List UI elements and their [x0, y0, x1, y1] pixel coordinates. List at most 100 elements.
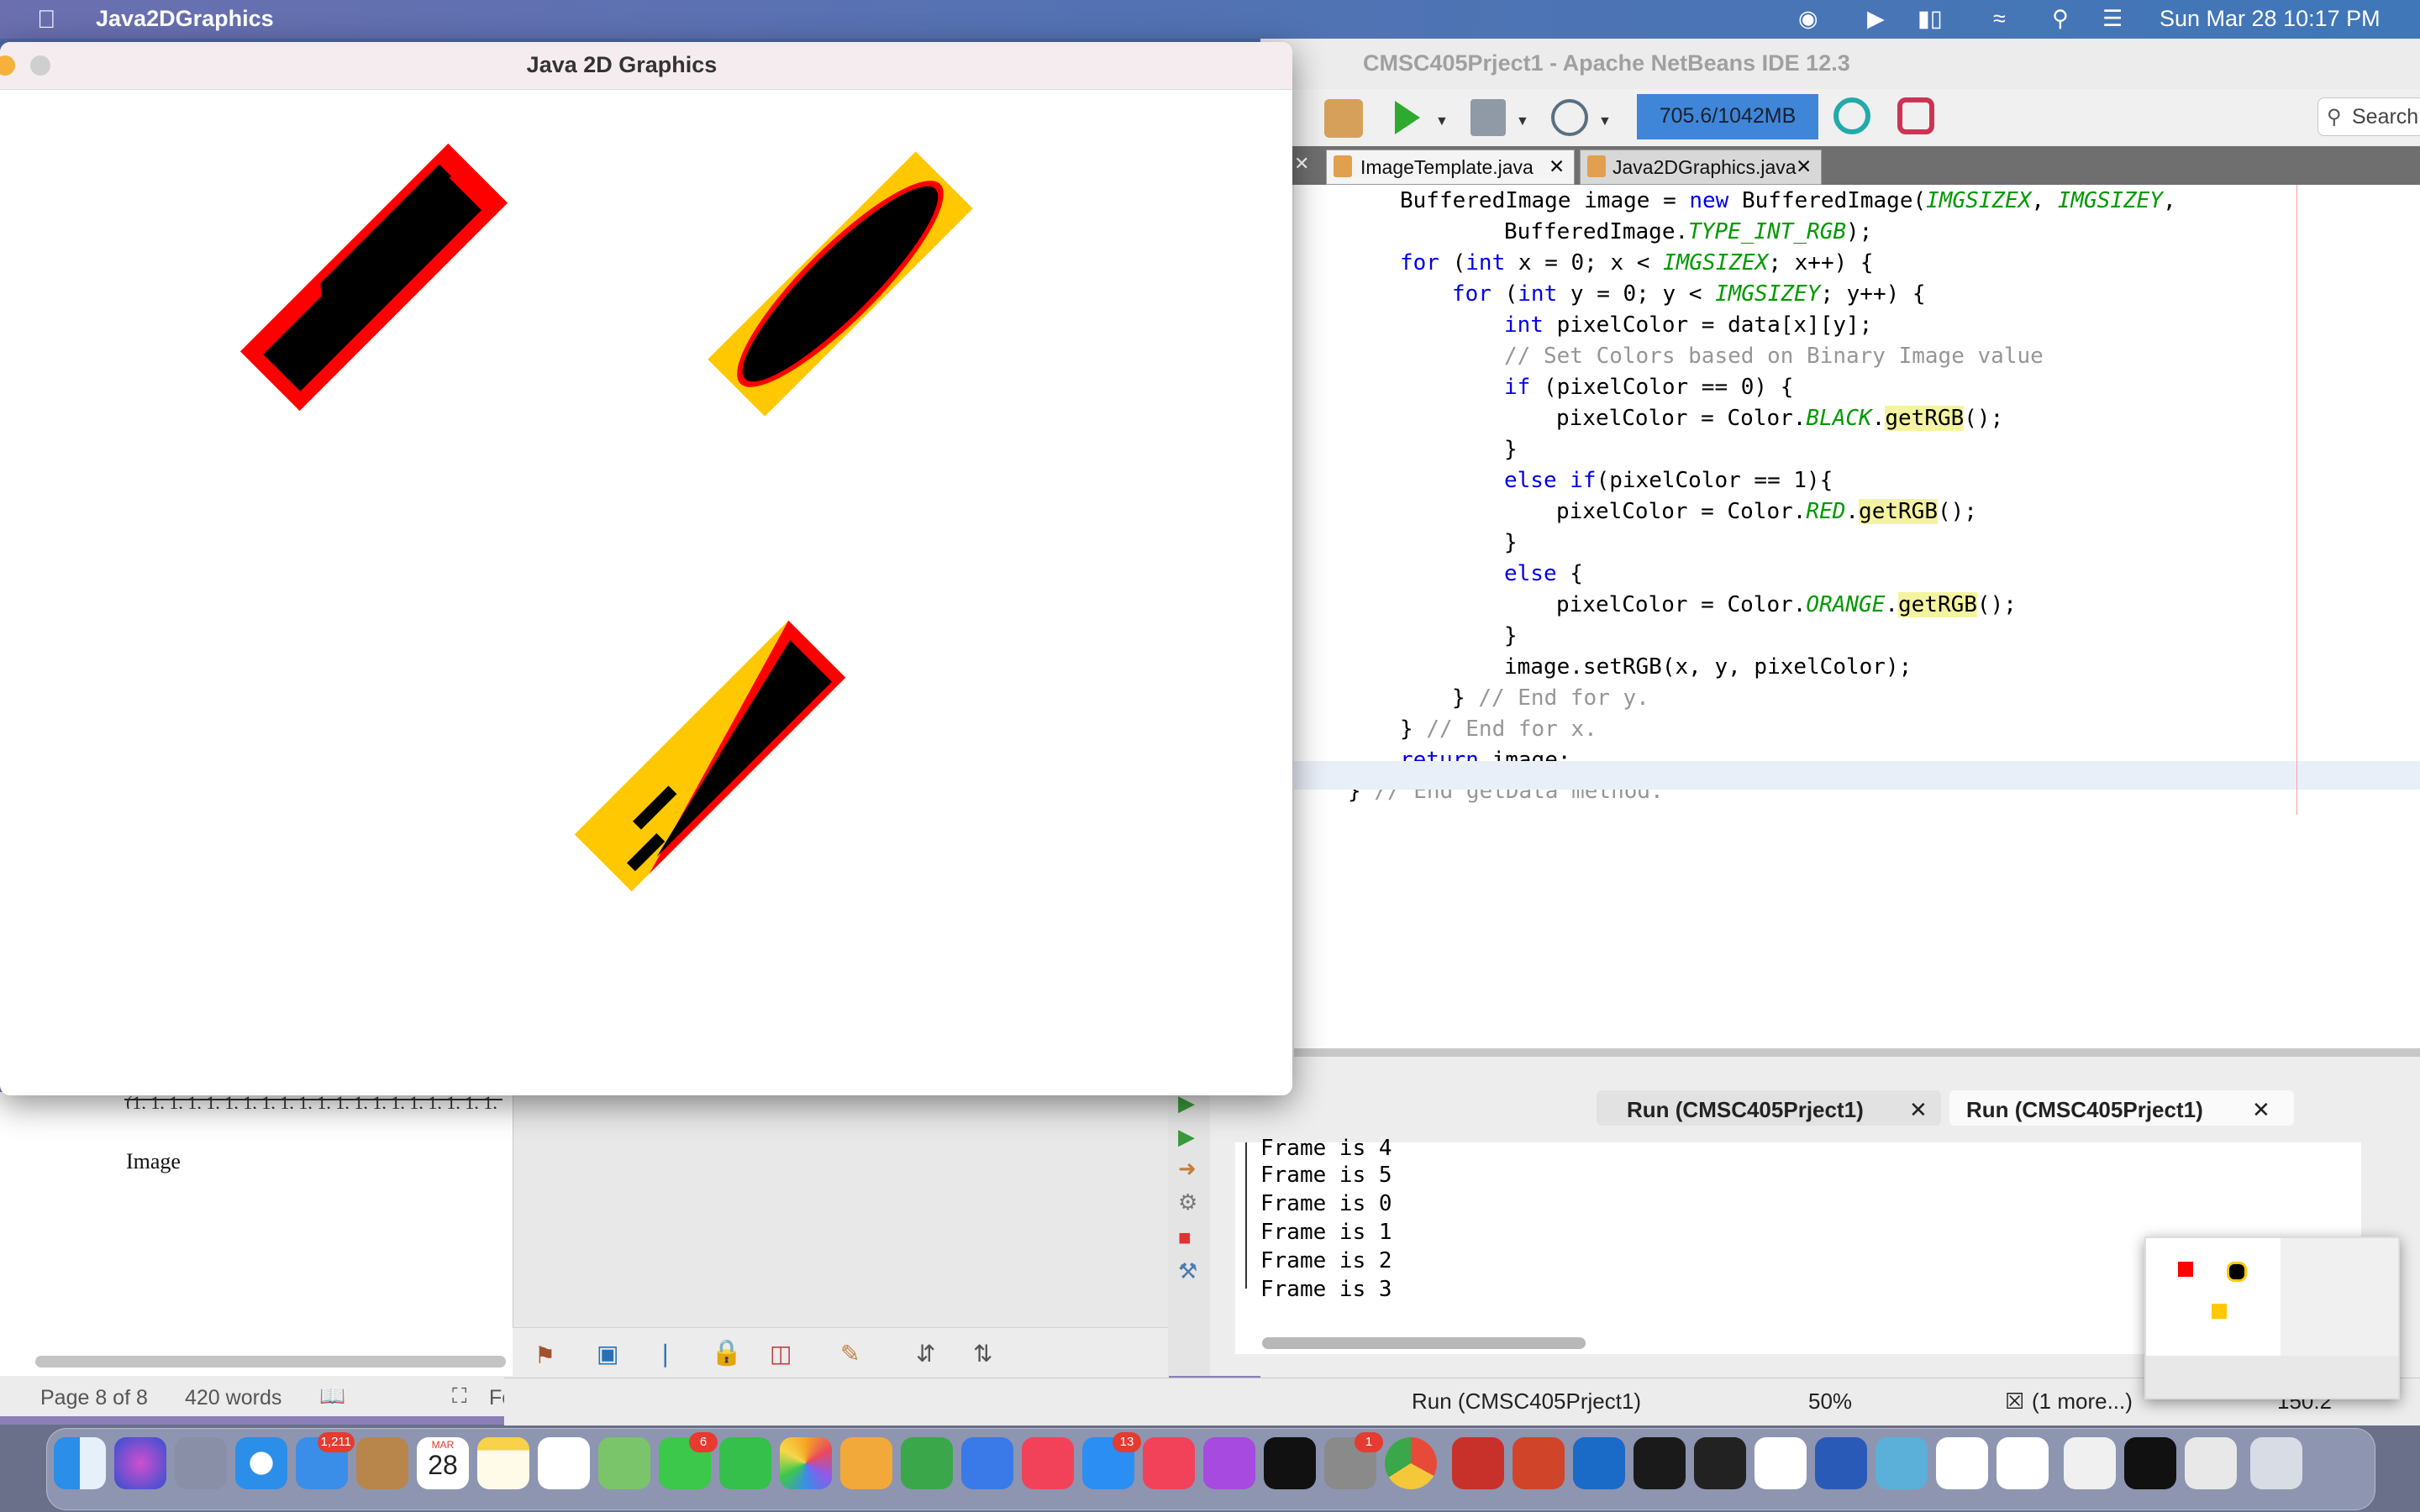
messages-icon[interactable]: 6 — [659, 1432, 718, 1489]
run-icon[interactable] — [1395, 101, 1420, 134]
facetime-icon[interactable] — [719, 1437, 771, 1489]
terminal-icon[interactable] — [1634, 1437, 1686, 1489]
search-icon: ⚲ — [2327, 106, 2342, 129]
calendar-icon[interactable]: MAR 28 — [417, 1437, 469, 1489]
tab-close-icon[interactable]: ✕ — [1294, 153, 1309, 175]
java-icon[interactable] — [1996, 1437, 2049, 1489]
code-line: } — [1504, 623, 1518, 648]
edit-icon[interactable]: ✎ — [840, 1340, 860, 1368]
profile-dropdown-icon[interactable]: ▼ — [1598, 114, 1612, 129]
keyboard-thumbnail-icon[interactable] — [2185, 1437, 2237, 1489]
window-thumbnail-icon[interactable] — [2124, 1437, 2176, 1489]
bluetooth-icon[interactable] — [1754, 1437, 1807, 1489]
wifi-icon[interactable]: ≈ — [1993, 6, 2006, 32]
split-divider[interactable] — [1294, 1048, 2420, 1057]
app-store-icon[interactable]: 13 — [1082, 1432, 1141, 1489]
mail-icon[interactable]: 1,211 — [296, 1432, 355, 1489]
activity-monitor-icon[interactable] — [1694, 1437, 1746, 1489]
reminders-icon[interactable] — [538, 1437, 590, 1489]
tab-java2dgraphics[interactable]: Java2DGraphics.java ✕ — [1580, 150, 1822, 185]
launchpad-icon[interactable] — [175, 1437, 227, 1489]
status-more[interactable]: (1 more...) — [2032, 1389, 2133, 1415]
podcasts-icon[interactable] — [1203, 1437, 1255, 1489]
spotlight-icon[interactable]: ⚲ — [2052, 6, 2069, 32]
numbers-icon[interactable] — [901, 1437, 953, 1489]
memory-label: 705.6/1042MB — [1659, 104, 1797, 128]
battery-icon[interactable]: ▮▯ — [1918, 6, 1943, 32]
finder-icon[interactable] — [54, 1437, 106, 1489]
sort-asc-icon[interactable]: ⇵ — [916, 1340, 935, 1368]
tab-run-2[interactable]: Run (CMSC405Prject1) ✕ — [1949, 1090, 2294, 1126]
powerpoint-icon[interactable] — [1512, 1437, 1565, 1489]
lock-icon[interactable]: 🔒 — [711, 1338, 742, 1368]
tab-imagetemplate[interactable]: ImageTemplate.java ✕ — [1326, 150, 1575, 185]
tv-icon[interactable] — [1264, 1437, 1316, 1489]
settings-icon[interactable]: ⚙ — [1178, 1189, 1197, 1215]
hierarchy-icon[interactable]: ⚑ — [534, 1341, 555, 1369]
memory-bar[interactable]: 705.6/1042MB — [1637, 94, 1818, 139]
pages-icon[interactable] — [840, 1437, 892, 1489]
trash-icon[interactable] — [2250, 1437, 2302, 1489]
document-thumbnail-icon[interactable] — [2064, 1437, 2116, 1489]
run-dropdown-icon[interactable]: ▼ — [1435, 114, 1449, 129]
clean-build-icon[interactable] — [1324, 99, 1363, 138]
status-run[interactable]: Run (CMSC405Prject1) — [1412, 1389, 1641, 1415]
bar-icon[interactable]: ❘ — [655, 1340, 675, 1368]
page-count[interactable]: Page 8 of 8 — [40, 1386, 148, 1410]
close-icon[interactable]: ✕ — [1796, 155, 1812, 178]
apple-icon[interactable]:  — [37, 6, 56, 34]
java-window-titlebar[interactable]: Java 2D Graphics — [0, 42, 1292, 90]
stop-icon[interactable]: ■ — [1178, 1225, 1192, 1251]
eraser-icon[interactable]: ◫ — [770, 1340, 792, 1368]
maps-icon[interactable] — [598, 1437, 650, 1489]
square-icon[interactable]: ▣ — [597, 1340, 618, 1368]
code-line: } — [1504, 530, 1518, 555]
profile-icon[interactable] — [1551, 99, 1588, 136]
play-circle-icon[interactable]: ▶ — [1867, 6, 1885, 32]
gc-icon[interactable] — [1833, 97, 1870, 134]
music-icon[interactable] — [1143, 1437, 1195, 1489]
focus-icon[interactable]: ⛶ — [452, 1384, 467, 1409]
profiler-snapshot-icon[interactable] — [1897, 97, 1934, 134]
step-icon[interactable]: ➜ — [1178, 1156, 1197, 1182]
siri-icon[interactable] — [114, 1437, 166, 1489]
app-name[interactable]: Java2DGraphics — [96, 6, 274, 32]
search-input[interactable]: ⚲ Search — [2317, 97, 2420, 136]
clock[interactable]: Sun Mar 28 10:17 PM — [2160, 6, 2381, 32]
java-file-icon — [1587, 155, 1606, 177]
word-icon[interactable] — [1815, 1437, 1867, 1489]
creative-cloud-icon[interactable]: ◉ — [1798, 6, 1818, 32]
sort-desc-icon[interactable]: ⇅ — [973, 1340, 992, 1368]
doc-scrollbar[interactable] — [35, 1356, 506, 1368]
cancel-task-icon[interactable]: ☒ — [2005, 1389, 2024, 1415]
rerun-params-icon[interactable]: ▶ — [1178, 1124, 1195, 1150]
java-icon[interactable] — [1936, 1437, 1988, 1489]
screenshot-thumbnail[interactable] — [2144, 1236, 2400, 1399]
code-line: } // End for y. — [1452, 685, 1649, 711]
safari-icon[interactable] — [235, 1437, 287, 1489]
tab-run-1[interactable]: Run (CMSC405Prject1) ✕ — [1597, 1090, 1941, 1126]
output-scrollbar[interactable] — [1262, 1337, 1586, 1349]
word-count[interactable]: 420 words — [185, 1386, 281, 1410]
close-icon[interactable]: ✕ — [1549, 155, 1565, 178]
code-editor[interactable]: BufferedImage image = new BufferedImage(… — [1294, 185, 2420, 1050]
debug-icon[interactable] — [1470, 99, 1506, 136]
photos-icon[interactable] — [780, 1437, 832, 1489]
news-icon[interactable] — [1022, 1437, 1074, 1489]
debug-dropdown-icon[interactable]: ▼ — [1516, 114, 1529, 129]
pdf-icon[interactable] — [1452, 1437, 1504, 1489]
proofing-icon[interactable]: 📖 — [319, 1384, 345, 1409]
close-icon[interactable]: ✕ — [1909, 1097, 1928, 1123]
chrome-icon[interactable] — [1385, 1437, 1437, 1489]
rendered-image-1 — [239, 143, 508, 412]
tools-icon[interactable]: ⚒ — [1178, 1258, 1197, 1284]
notes-icon[interactable] — [477, 1437, 529, 1489]
contacts-icon[interactable] — [356, 1437, 408, 1489]
outlook-icon[interactable] — [1573, 1437, 1625, 1489]
output-fold-line — [1245, 1142, 1247, 1289]
control-center-icon[interactable]: ☰ — [2102, 6, 2123, 32]
keynote-icon[interactable] — [961, 1437, 1013, 1489]
netbeans-icon[interactable] — [1876, 1437, 1928, 1489]
system-preferences-icon[interactable]: 1 — [1324, 1432, 1383, 1489]
close-icon[interactable]: ✕ — [2252, 1097, 2270, 1123]
